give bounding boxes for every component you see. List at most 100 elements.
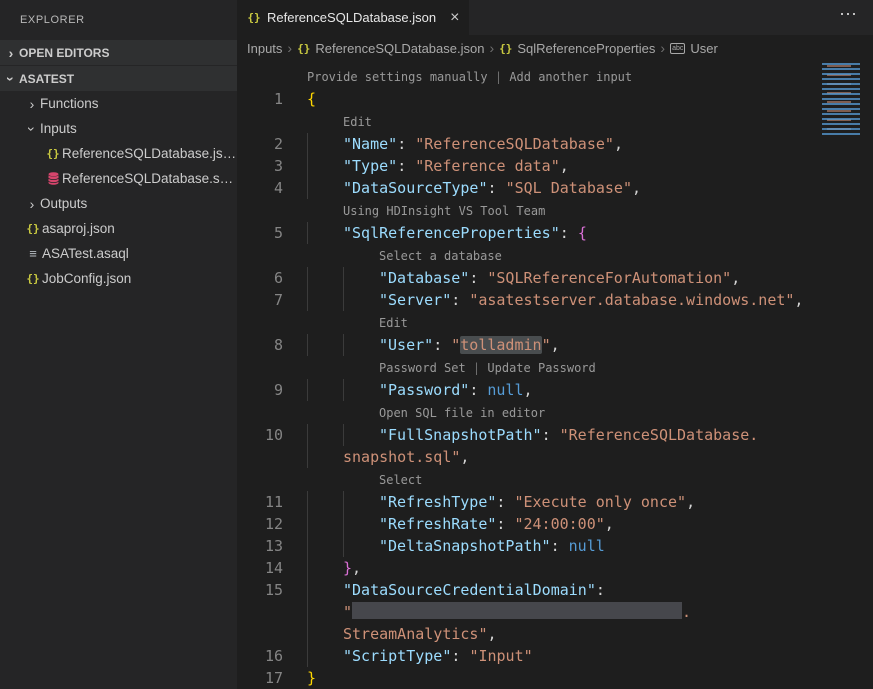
line-number: 10 [237, 424, 307, 446]
file-tree: ›Functions›Inputs{}ReferenceSQLDatabase.… [0, 91, 237, 291]
tree-item[interactable]: ›Inputs [0, 116, 237, 141]
breadcrumb-item[interactable]: {} ReferenceSQLDatabase.json [297, 41, 484, 56]
code-line: 9"Password": null, [237, 379, 873, 401]
code-token: "Name" [343, 135, 397, 153]
breadcrumb-separator-icon: › [489, 40, 494, 56]
line-number: 16 [237, 645, 307, 667]
code-token: : [397, 157, 415, 175]
codelens-separator: | [488, 70, 510, 84]
tree-item[interactable]: {}asaproj.json [0, 216, 237, 241]
code-token: : [496, 493, 514, 511]
codelens-row: Provide settings manually | Add another … [237, 65, 873, 88]
code-line: 7"Server": "asatestserver.database.windo… [237, 289, 873, 311]
breadcrumb-item[interactable]: Inputs [247, 41, 282, 56]
tree-item-label: Inputs [40, 121, 77, 136]
vscode-window: EXPLORER › OPEN EDITORS › ASATEST ›Funct… [0, 0, 873, 689]
codelens-command[interactable]: Open SQL file in editor [379, 406, 545, 420]
codelens-command[interactable]: Select [379, 473, 422, 487]
indent-guide [343, 334, 379, 356]
json-icon: {} [499, 42, 512, 55]
code-line: StreamAnalytics", [237, 623, 873, 645]
redacted-block [352, 602, 682, 619]
breadcrumb-separator-icon: › [660, 40, 665, 56]
more-actions-button[interactable]: ⋯ [839, 0, 873, 35]
tree-item[interactable]: ›Outputs [0, 191, 237, 216]
breadcrumb-label: Inputs [247, 41, 282, 56]
codelens-command[interactable]: Add another input [509, 70, 632, 84]
indent-guide [343, 513, 379, 535]
codelens-command[interactable]: Provide settings manually [307, 70, 488, 84]
codelens-content: Select a database [307, 244, 502, 267]
tab-referencesqldatabase-json[interactable]: {} ReferenceSQLDatabase.json × [237, 0, 469, 35]
indent-guide [307, 623, 343, 645]
code-content: "DeltaSnapshotPath": null [307, 535, 605, 557]
tree-item[interactable]: {}JobConfig.json [0, 266, 237, 291]
breadcrumb-label: ReferenceSQLDatabase.json [315, 41, 484, 56]
code-token: : [560, 224, 578, 242]
minimap[interactable] [819, 63, 871, 137]
code-token: "DeltaSnapshotPath" [379, 537, 551, 555]
json-file-icon: {} [247, 11, 261, 24]
section-open-editors[interactable]: › OPEN EDITORS [0, 40, 237, 65]
indent-guide [307, 334, 343, 356]
code-token: { [578, 224, 587, 242]
tree-item[interactable]: {}ReferenceSQLDatabase.json [0, 141, 237, 166]
codelens-row: Select [237, 468, 873, 491]
code-line: 15"DataSourceCredentialDomain": [237, 579, 873, 601]
line-number [237, 601, 307, 623]
line-number [237, 311, 307, 334]
indent-guide [307, 289, 343, 311]
code-token: "ScriptType" [343, 647, 451, 665]
line-number: 9 [237, 379, 307, 401]
code-content: snapshot.sql", [307, 446, 469, 468]
section-asatest[interactable]: › ASATEST [0, 66, 237, 91]
code-token: null [487, 381, 523, 399]
code-token: : [433, 336, 451, 354]
close-tab-icon[interactable]: × [450, 9, 459, 27]
code-token: snapshot.sql" [343, 448, 460, 466]
code-line: 3"Type": "Reference data", [237, 155, 873, 177]
code-token: , [352, 559, 361, 577]
line-number [237, 446, 307, 468]
editor[interactable]: Provide settings manually | Add another … [237, 61, 873, 689]
tree-item[interactable]: ≡ASATest.asaql [0, 241, 237, 266]
tree-item[interactable]: ›Functions [0, 91, 237, 116]
codelens-command[interactable]: Update Password [487, 361, 595, 375]
code-token: : [542, 426, 560, 444]
codelens-command[interactable]: Using HDInsight VS Tool Team [343, 204, 545, 218]
indent-guide [343, 535, 379, 557]
code-token: , [731, 269, 740, 287]
indent-guide [307, 557, 343, 579]
code-content: { [307, 88, 316, 110]
code-line: 13"DeltaSnapshotPath": null [237, 535, 873, 557]
indent-guide [343, 424, 379, 446]
section-label-asatest: ASATEST [19, 72, 74, 86]
tree-item-label: Outputs [40, 196, 87, 211]
indent-guide [307, 491, 343, 513]
code-line: 11"RefreshType": "Execute only once", [237, 491, 873, 513]
tree-item[interactable]: ReferenceSQLDatabase.sn... [0, 166, 237, 191]
code-token: } [343, 559, 352, 577]
line-number [237, 65, 307, 88]
codelens-command[interactable]: Edit [343, 115, 372, 129]
code-token: "DataSourceCredentialDomain" [343, 581, 596, 599]
line-number [237, 468, 307, 491]
code-content: StreamAnalytics", [307, 623, 497, 645]
codelens-command[interactable]: Select a database [379, 249, 502, 263]
code-token: "User" [379, 336, 433, 354]
codelens-content: Edit [307, 311, 408, 334]
codelens-command[interactable]: Password Set [379, 361, 466, 375]
code-token: "FullSnapshotPath" [379, 426, 542, 444]
code-token: } [307, 669, 316, 687]
line-number: 1 [237, 88, 307, 110]
code-token: "Execute only once" [514, 493, 686, 511]
breadcrumb-item[interactable]: abcUser [670, 41, 718, 56]
indent-guide [307, 222, 343, 244]
explorer-sidebar: EXPLORER › OPEN EDITORS › ASATEST ›Funct… [0, 0, 237, 689]
code-line: 14}, [237, 557, 873, 579]
breadcrumb-item[interactable]: {}SqlReferenceProperties [499, 41, 655, 56]
json-icon: {} [297, 42, 310, 55]
codelens-command[interactable]: Edit [379, 316, 408, 330]
code-content: "FullSnapshotPath": "ReferenceSQLDatabas… [307, 424, 758, 446]
codelens-content: Provide settings manually | Add another … [307, 65, 632, 88]
